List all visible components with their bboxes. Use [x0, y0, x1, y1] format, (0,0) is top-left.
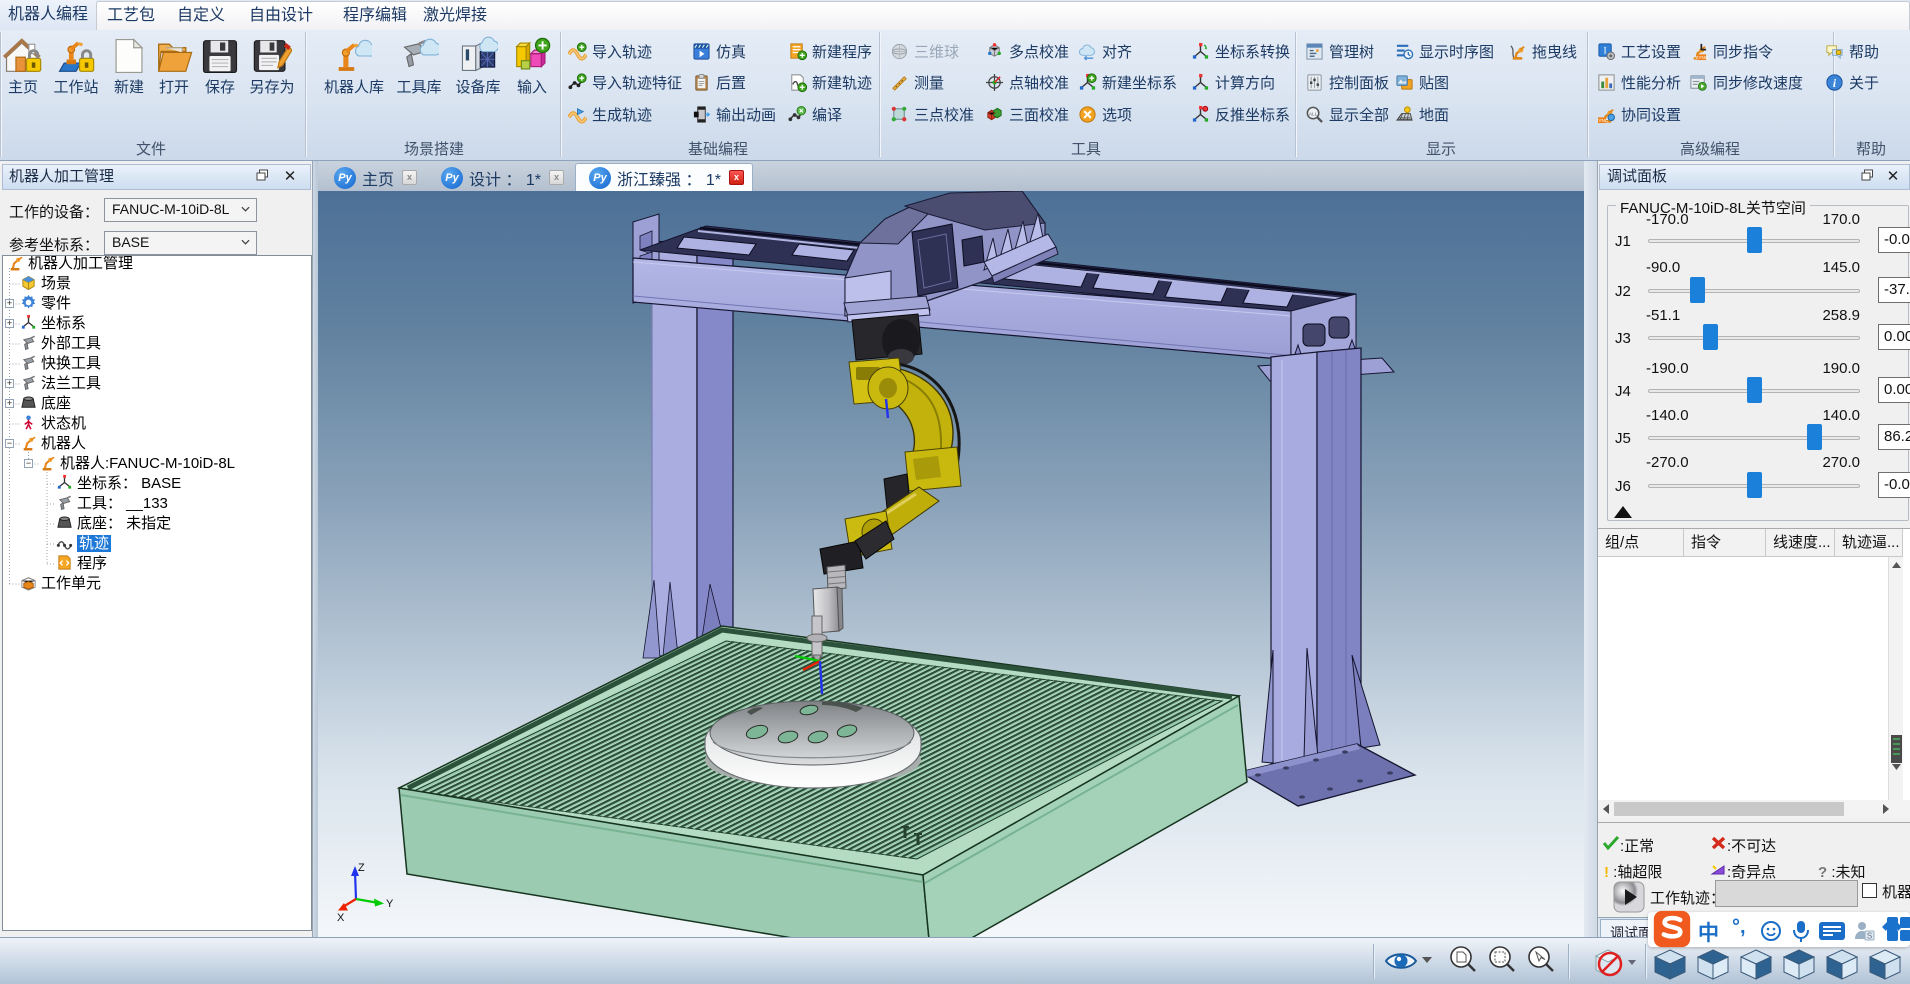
svg-text:S: S: [1867, 932, 1872, 941]
svg-text:Y: Y: [386, 898, 394, 910]
svg-text:ALL: ALL: [1309, 111, 1318, 117]
svg-text:SYNC: SYNC: [1597, 118, 1609, 124]
svg-text:X: X: [337, 912, 345, 924]
svg-text:SYNC: SYNC: [1695, 55, 1708, 61]
svg-text:Z: Z: [358, 862, 365, 874]
svg-text:I: I: [1603, 46, 1606, 56]
